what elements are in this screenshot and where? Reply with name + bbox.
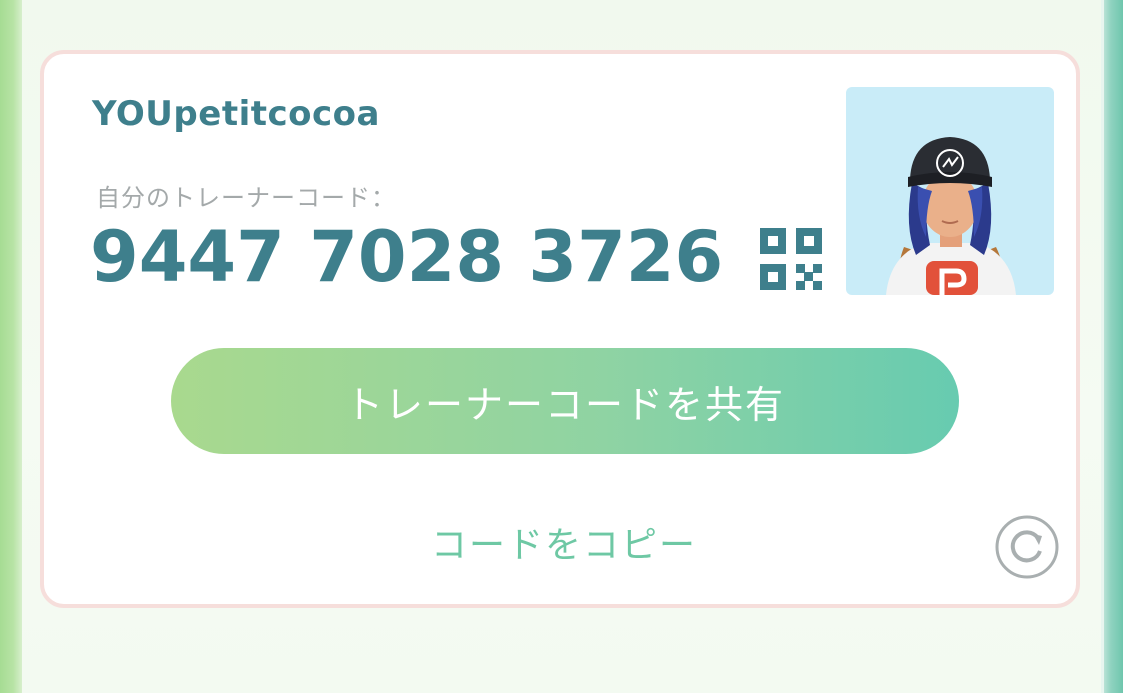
copy-code-button[interactable]: コードをコピー [364,516,764,568]
refresh-icon[interactable] [994,514,1060,580]
trainer-code-card: YOUpetitcocoa 自分のトレーナーコード： 9447 7028 372… [40,50,1080,608]
trainer-avatar[interactable] [846,87,1054,295]
qr-code-glyph [760,228,822,290]
trainer-name: YOUpetitcocoa [92,94,380,134]
frame-right-edge [1101,0,1123,693]
trainer-code-label: 自分のトレーナーコード： [96,184,396,212]
frame-left-edge [0,0,22,693]
trainer-code-value: 9447 7028 3726 [90,216,724,298]
share-trainer-code-label: トレーナーコードを共有 [344,382,785,427]
refresh-glyph [995,515,1059,579]
share-trainer-code-button[interactable]: トレーナーコードを共有 [171,348,959,454]
qr-code-icon[interactable] [760,228,822,290]
avatar-illustration [886,137,1016,295]
